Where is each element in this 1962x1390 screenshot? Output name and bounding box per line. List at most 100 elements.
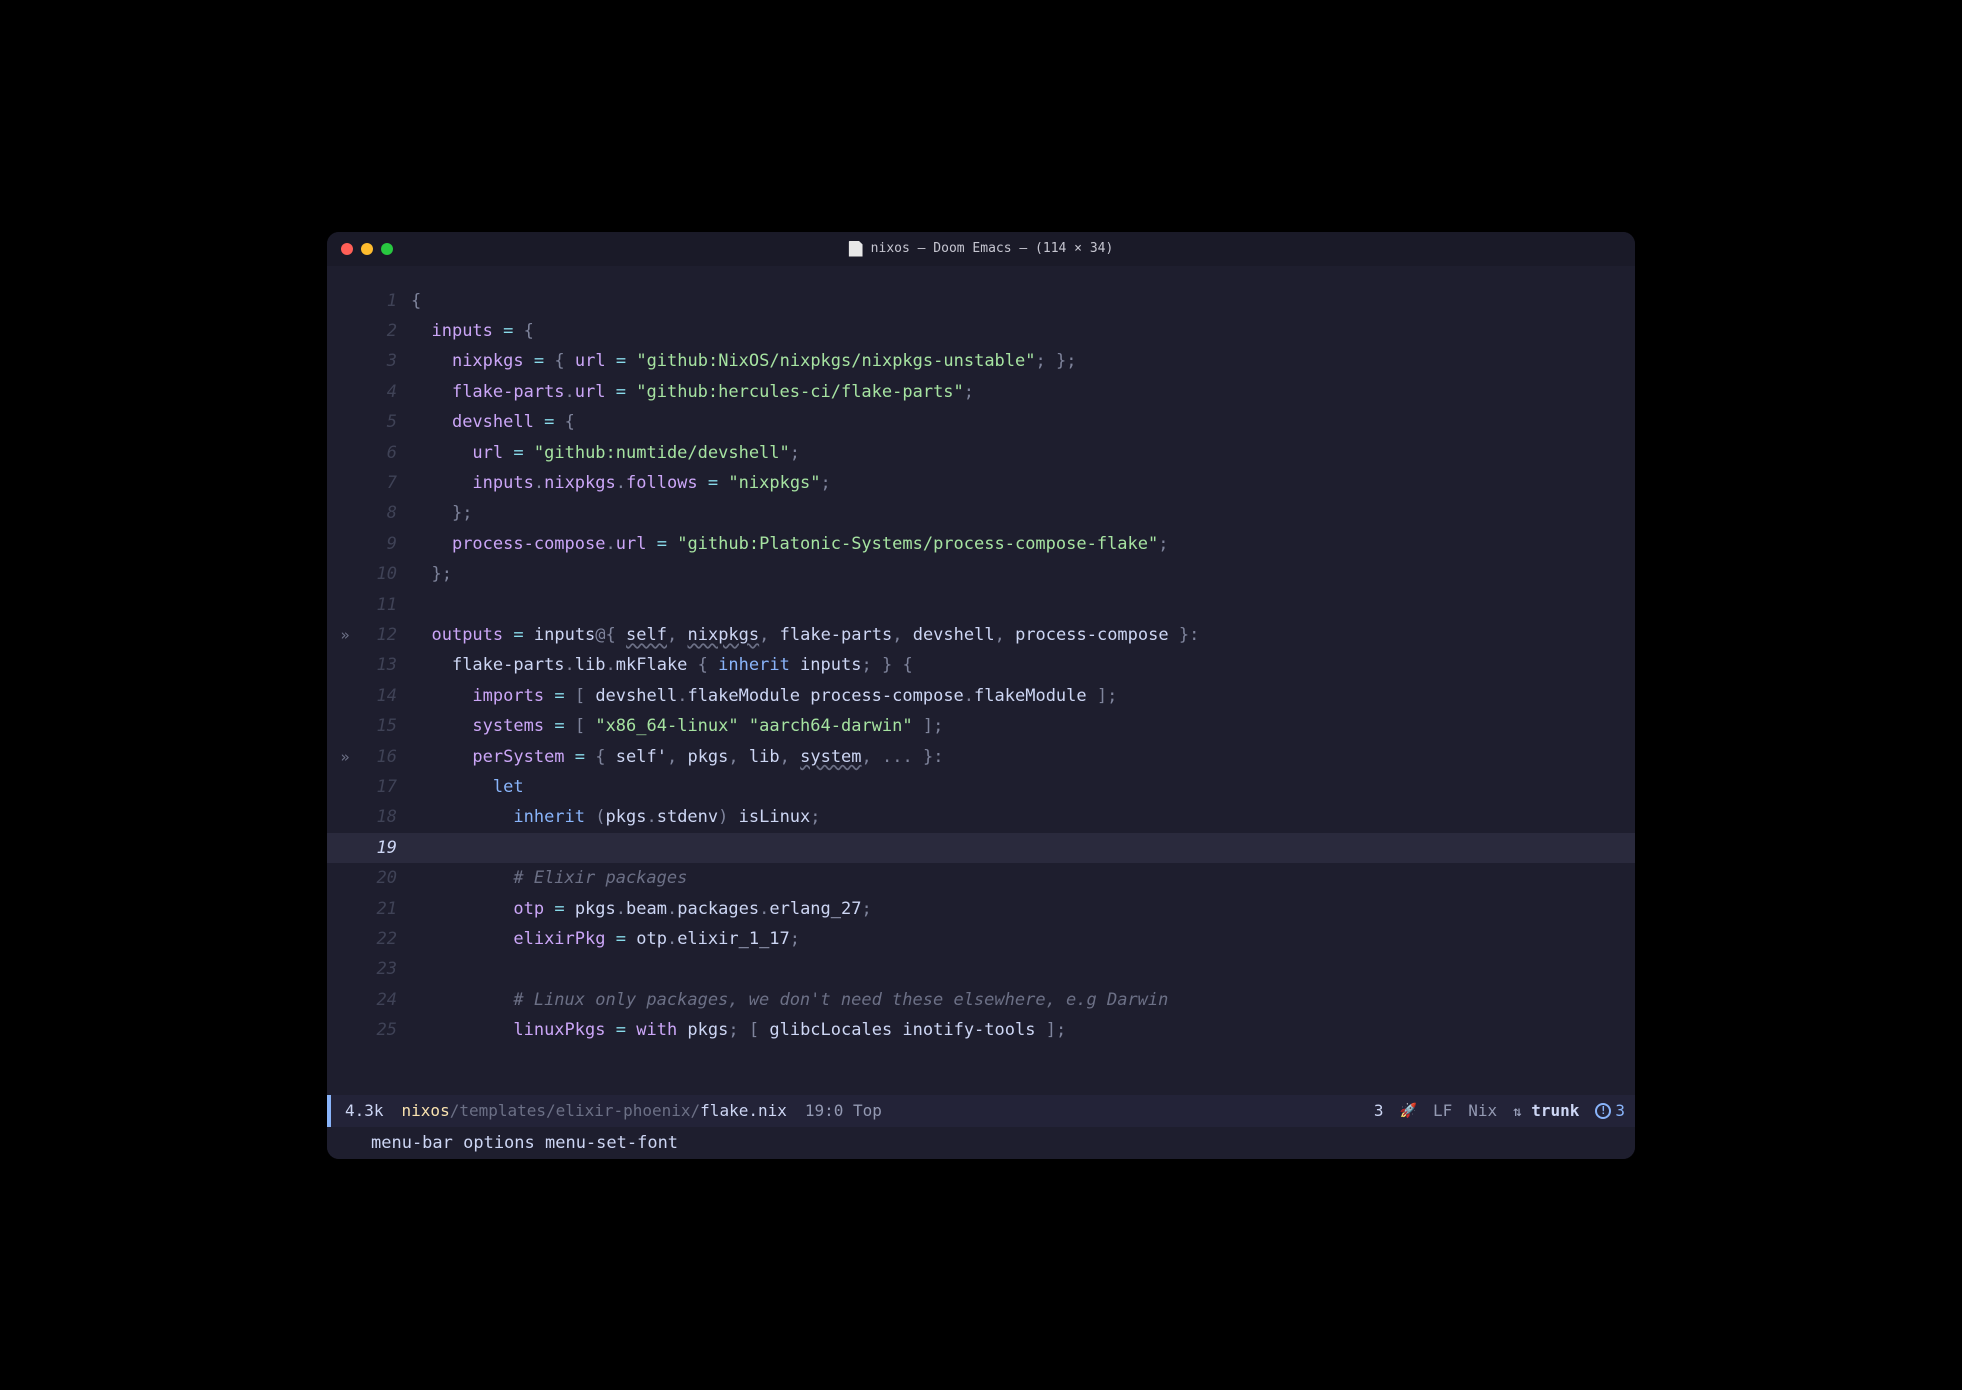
code-line[interactable]: 24 # Linux only packages, we don't need … <box>327 984 1635 1014</box>
close-button[interactable] <box>341 243 353 255</box>
line-number: 15 <box>363 716 411 736</box>
code-line[interactable]: 18 inherit (pkgs.stdenv) isLinux; <box>327 802 1635 832</box>
code-line[interactable]: 21 otp = pkgs.beam.packages.erlang_27; <box>327 893 1635 923</box>
line-number: 12 <box>363 625 411 645</box>
code-line[interactable]: 20 # Elixir packages <box>327 863 1635 893</box>
vcs-indicator: ⇅ trunk <box>1513 1101 1579 1120</box>
line-number: 14 <box>363 686 411 706</box>
code-line[interactable]: 6 url = "github:numtide/devshell"; <box>327 437 1635 467</box>
code-text[interactable]: let <box>411 777 524 797</box>
line-number: 22 <box>363 929 411 949</box>
warning-icon: ! <box>1595 1103 1611 1119</box>
code-line[interactable]: »16 perSystem = { self', pkgs, lib, syst… <box>327 741 1635 771</box>
line-number: 21 <box>363 899 411 919</box>
code-line[interactable]: 3 nixpkgs = { url = "github:NixOS/nixpkg… <box>327 346 1635 376</box>
path-project: nixos <box>402 1101 450 1120</box>
code-line[interactable]: 4 flake-parts.url = "github:hercules-ci/… <box>327 377 1635 407</box>
modeline: 4.3k nixos/templates/elixir-phoenix/flak… <box>327 1095 1635 1127</box>
path-filename: flake.nix <box>700 1101 787 1120</box>
window-title: nixos – Doom Emacs — (114 × 34) <box>849 241 1114 257</box>
code-text[interactable]: # Elixir packages <box>411 868 687 888</box>
minimize-button[interactable] <box>361 243 373 255</box>
line-number: 1 <box>363 291 411 311</box>
code-text[interactable]: otp = pkgs.beam.packages.erlang_27; <box>411 899 872 919</box>
code-line[interactable]: »12 outputs = inputs@{ self, nixpkgs, fl… <box>327 620 1635 650</box>
code-text[interactable]: inherit (pkgs.stdenv) isLinux; <box>411 807 821 827</box>
code-text[interactable]: elixirPkg = otp.elixir_1_17; <box>411 929 800 949</box>
code-text[interactable]: process-compose.url = "github:Platonic-S… <box>411 534 1169 554</box>
file-size: 4.3k <box>345 1101 384 1120</box>
line-number: 25 <box>363 1020 411 1040</box>
git-compare-icon: ⇅ <box>1513 1104 1521 1120</box>
diagnostics[interactable]: ! 3 <box>1595 1101 1625 1120</box>
line-number: 11 <box>363 595 411 615</box>
code-text[interactable]: devshell = { <box>411 412 575 432</box>
code-line[interactable]: 8 }; <box>327 498 1635 528</box>
code-text[interactable]: flake-parts.url = "github:hercules-ci/fl… <box>411 382 974 402</box>
code-line[interactable]: 2 inputs = { <box>327 316 1635 346</box>
code-text[interactable]: }; <box>411 564 452 584</box>
code-line[interactable]: 15 systems = [ "x86_64-linux" "aarch64-d… <box>327 711 1635 741</box>
code-text[interactable]: nixpkgs = { url = "github:NixOS/nixpkgs/… <box>411 351 1076 371</box>
line-number: 23 <box>363 959 411 979</box>
titlebar: nixos – Doom Emacs — (114 × 34) <box>327 232 1635 266</box>
code-text[interactable]: systems = [ "x86_64-linux" "aarch64-darw… <box>411 716 943 736</box>
code-line[interactable]: 1{ <box>327 286 1635 316</box>
code-text[interactable]: imports = [ devshell.flakeModule process… <box>411 686 1117 706</box>
line-number: 4 <box>363 382 411 402</box>
line-number: 13 <box>363 655 411 675</box>
code-line[interactable]: 19 <box>327 833 1635 863</box>
code-text[interactable]: url = "github:numtide/devshell"; <box>411 443 800 463</box>
window-title-text: nixos – Doom Emacs — (114 × 34) <box>871 241 1114 256</box>
code-text[interactable]: inputs.nixpkgs.follows = "nixpkgs"; <box>411 473 831 493</box>
line-ending: LF <box>1433 1101 1452 1120</box>
line-number: 9 <box>363 534 411 554</box>
code-text[interactable]: { <box>411 291 421 311</box>
code-line[interactable]: 22 elixirPkg = otp.elixir_1_17; <box>327 924 1635 954</box>
code-text[interactable]: outputs = inputs@{ self, nixpkgs, flake-… <box>411 625 1199 645</box>
line-number: 17 <box>363 777 411 797</box>
editor-window: nixos – Doom Emacs — (114 × 34) 1{2 inpu… <box>327 232 1635 1159</box>
line-number: 8 <box>363 503 411 523</box>
code-line[interactable]: 9 process-compose.url = "github:Platonic… <box>327 529 1635 559</box>
line-number: 6 <box>363 443 411 463</box>
line-number: 5 <box>363 412 411 432</box>
file-path: nixos/templates/elixir-phoenix/flake.nix <box>402 1101 787 1120</box>
code-line[interactable]: 5 devshell = { <box>327 407 1635 437</box>
fringe-indicator: » <box>327 626 363 644</box>
modeline-right: 3 🚀 LF Nix ⇅ trunk ! 3 <box>1374 1101 1625 1120</box>
line-number: 16 <box>363 747 411 767</box>
code-line[interactable]: 13 flake-parts.lib.mkFlake { inherit inp… <box>327 650 1635 680</box>
code-buffer[interactable]: 1{2 inputs = {3 nixpkgs = { url = "githu… <box>327 286 1635 1095</box>
window-controls <box>341 243 393 255</box>
major-mode: Nix <box>1468 1101 1497 1120</box>
code-line[interactable]: 7 inputs.nixpkgs.follows = "nixpkgs"; <box>327 468 1635 498</box>
line-number: 2 <box>363 321 411 341</box>
path-sep: / <box>450 1101 460 1120</box>
code-line[interactable]: 14 imports = [ devshell.flakeModule proc… <box>327 681 1635 711</box>
line-number: 19 <box>363 838 411 858</box>
code-line[interactable]: 10 }; <box>327 559 1635 589</box>
code-line[interactable]: 25 linuxPkgs = with pkgs; [ glibcLocales… <box>327 1015 1635 1045</box>
line-number: 7 <box>363 473 411 493</box>
code-line[interactable]: 23 <box>327 954 1635 984</box>
editor-area[interactable]: 1{2 inputs = {3 nixpkgs = { url = "githu… <box>327 266 1635 1159</box>
line-number: 20 <box>363 868 411 888</box>
minibuffer[interactable]: menu-bar options menu-set-font <box>327 1127 1635 1159</box>
code-text[interactable]: inputs = { <box>411 321 534 341</box>
code-text[interactable]: }; <box>411 503 472 523</box>
line-number: 3 <box>363 351 411 371</box>
lsp-icon: 🚀 <box>1400 1103 1417 1119</box>
cursor-position: 19:0 Top <box>805 1101 882 1120</box>
maximize-button[interactable] <box>381 243 393 255</box>
code-text[interactable]: # Linux only packages, we don't need the… <box>411 990 1168 1010</box>
code-line[interactable]: 11 <box>327 589 1635 619</box>
code-line[interactable]: 17 let <box>327 772 1635 802</box>
line-number: 18 <box>363 807 411 827</box>
line-number: 10 <box>363 564 411 584</box>
path-directories: templates/elixir-phoenix/ <box>459 1101 700 1120</box>
code-text[interactable]: linuxPkgs = with pkgs; [ glibcLocales in… <box>411 1020 1066 1040</box>
code-text[interactable]: perSystem = { self', pkgs, lib, system, … <box>411 747 943 767</box>
diagnostic-count: 3 <box>1615 1101 1625 1120</box>
code-text[interactable]: flake-parts.lib.mkFlake { inherit inputs… <box>411 655 913 675</box>
